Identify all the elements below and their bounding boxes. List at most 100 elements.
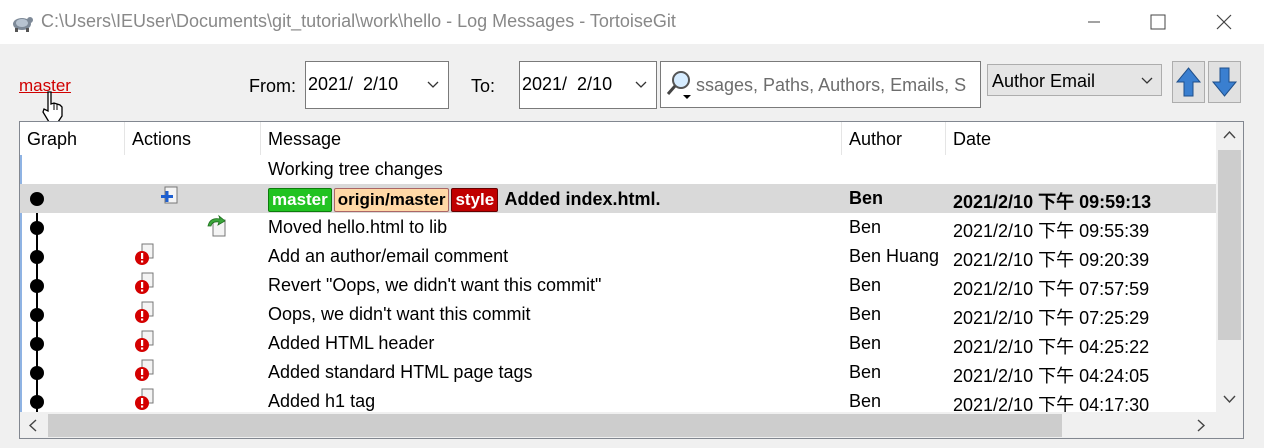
from-label: From: xyxy=(249,76,296,96)
search-icon[interactable] xyxy=(665,69,695,101)
commit-node xyxy=(30,337,44,351)
arrow-down-icon xyxy=(1211,67,1238,97)
vertical-scroll-thumb[interactable] xyxy=(1218,150,1241,340)
chevron-up-icon[interactable] xyxy=(1223,130,1236,140)
commit-message-text: Add an author/email comment xyxy=(268,246,509,266)
scroll-corner xyxy=(1216,412,1243,438)
horizontal-scroll-thumb[interactable] xyxy=(48,414,1062,437)
title-bar: C:\Users\IEUser\Documents\git_tutorial\w… xyxy=(0,0,1264,44)
commit-message-text: Added index.html. xyxy=(500,189,661,209)
commit-date: 2021/2/10 下午 04:25:22 xyxy=(953,337,1150,357)
column-date[interactable]: Date xyxy=(946,122,1216,155)
chevron-left-icon[interactable] xyxy=(28,419,38,432)
commit-message: Add an author/email comment xyxy=(268,246,508,267)
commit-date: 2021/2/10 下午 09:20:39 xyxy=(953,250,1150,270)
modified-icon xyxy=(133,301,157,325)
commit-author: Ben xyxy=(849,304,882,324)
commit-node xyxy=(30,279,44,293)
move-up-button[interactable] xyxy=(1172,61,1205,103)
ref-badge[interactable]: master xyxy=(268,188,332,212)
search-input[interactable]: ssages, Paths, Authors, Emails, S xyxy=(660,61,981,108)
move-down-button[interactable] xyxy=(1208,61,1241,103)
chevron-right-icon[interactable] xyxy=(1196,419,1206,432)
to-date-value: 2021/ 2/10 xyxy=(522,74,613,94)
commit-message-text: Moved hello.html to lib xyxy=(268,217,448,237)
window-title: C:\Users\IEUser\Documents\git_tutorial\w… xyxy=(41,11,676,31)
maximize-button[interactable] xyxy=(1128,0,1188,44)
log-row[interactable]: Revert "Oops, we didn't want this commit… xyxy=(20,271,1216,300)
filter-selected-value: Author Email xyxy=(992,71,1096,91)
working-tree-row[interactable]: Working tree changes xyxy=(20,155,1216,184)
column-graph[interactable]: Graph xyxy=(20,122,125,155)
working-tree-label: Working tree changes xyxy=(268,159,443,179)
maximize-icon xyxy=(1150,14,1166,30)
to-label: To: xyxy=(471,76,496,96)
column-message[interactable]: Message xyxy=(261,122,842,155)
commit-author: Ben xyxy=(849,217,882,237)
minimize-icon xyxy=(1088,21,1100,23)
log-row[interactable]: Add an author/email comment Ben Huang 2021… xyxy=(20,242,1216,271)
commit-node xyxy=(30,366,44,380)
commit-date: 2021/2/10 下午 09:59:13 xyxy=(953,192,1152,212)
tortoise-icon xyxy=(13,17,33,32)
commit-date: 2021/2/10 下午 04:24:05 xyxy=(953,366,1150,386)
arrow-up-icon xyxy=(1175,67,1202,97)
log-row[interactable]: Moved hello.html to lib Ben 2021/2/10 下午 0… xyxy=(20,213,1216,242)
commit-message-text: Oops, we didn't want this commit xyxy=(268,304,531,324)
log-row[interactable]: Added HTML header Ben 2021/2/10 下午 04:25:2… xyxy=(20,329,1216,358)
commit-node xyxy=(30,250,44,264)
chevron-down-icon xyxy=(1141,77,1153,84)
column-actions[interactable]: Actions xyxy=(125,122,261,155)
modified-icon xyxy=(133,272,157,296)
log-list[interactable]: Graph Actions Message Author Date Workin… xyxy=(19,121,1244,439)
column-author[interactable]: Author xyxy=(842,122,946,155)
commit-date: 2021/2/10 下午 07:57:59 xyxy=(953,279,1150,299)
ref-badge[interactable]: style xyxy=(451,188,499,212)
minimize-button[interactable] xyxy=(1064,0,1124,44)
modified-icon xyxy=(133,359,157,383)
add-file-icon xyxy=(157,185,181,209)
commit-message-text: Revert "Oops, we didn't want this commit… xyxy=(268,275,602,295)
commit-date: 2021/2/10 下午 07:25:29 xyxy=(953,308,1150,328)
commit-message-text: Added h1 tag xyxy=(268,391,376,411)
log-row[interactable]: Oops, we didn't want this commit Ben 2021/… xyxy=(20,300,1216,329)
commit-node xyxy=(30,192,44,206)
commit-message: Added h1 tag xyxy=(268,391,375,412)
modified-icon xyxy=(133,330,157,354)
to-date-picker[interactable]: 2021/ 2/10 xyxy=(519,61,657,109)
commit-author: Ben xyxy=(849,362,882,382)
column-header: Graph Actions Message Author Date xyxy=(20,122,1216,155)
commit-message: Moved hello.html to lib xyxy=(268,217,447,238)
commit-author: Ben xyxy=(849,391,882,411)
commit-message-text: Added HTML header xyxy=(268,333,435,353)
commit-message-text: Added standard HTML page tags xyxy=(268,362,533,382)
commit-author: Ben Huang xyxy=(849,246,940,266)
commit-message: master origin/master style Added index.htm… xyxy=(268,188,661,212)
search-placeholder: ssages, Paths, Authors, Emails, S xyxy=(696,75,967,95)
close-button[interactable] xyxy=(1194,0,1254,44)
filter-select[interactable]: Author Email xyxy=(987,64,1162,96)
commit-node xyxy=(30,395,44,409)
commit-message: Added standard HTML page tags xyxy=(268,362,533,383)
log-row[interactable]: master origin/master style Added index.htm… xyxy=(20,184,1216,213)
modified-icon xyxy=(133,243,157,267)
commit-node xyxy=(30,221,44,235)
commit-author: Ben xyxy=(849,275,882,295)
from-date-picker[interactable]: 2021/ 2/10 xyxy=(305,61,449,109)
ref-badge[interactable]: origin/master xyxy=(333,188,450,212)
horizontal-scrollbar[interactable] xyxy=(20,412,1216,438)
vertical-scrollbar[interactable] xyxy=(1216,122,1243,412)
commit-message: Oops, we didn't want this commit xyxy=(268,304,531,325)
commit-date: 2021/2/10 下午 09:55:39 xyxy=(953,221,1150,241)
chevron-down-icon[interactable] xyxy=(1223,394,1236,404)
close-icon xyxy=(1216,14,1232,30)
log-row[interactable]: Added standard HTML page tags Ben 2021/2/1… xyxy=(20,358,1216,387)
commit-author: Ben xyxy=(849,188,884,208)
hand-cursor-icon xyxy=(42,91,63,123)
commit-author: Ben xyxy=(849,333,882,353)
commit-node xyxy=(30,308,44,322)
modified-icon xyxy=(133,388,157,412)
commit-message: Revert "Oops, we didn't want this commit… xyxy=(268,275,601,296)
rename-icon xyxy=(204,214,228,238)
chevron-down-icon xyxy=(635,81,647,88)
